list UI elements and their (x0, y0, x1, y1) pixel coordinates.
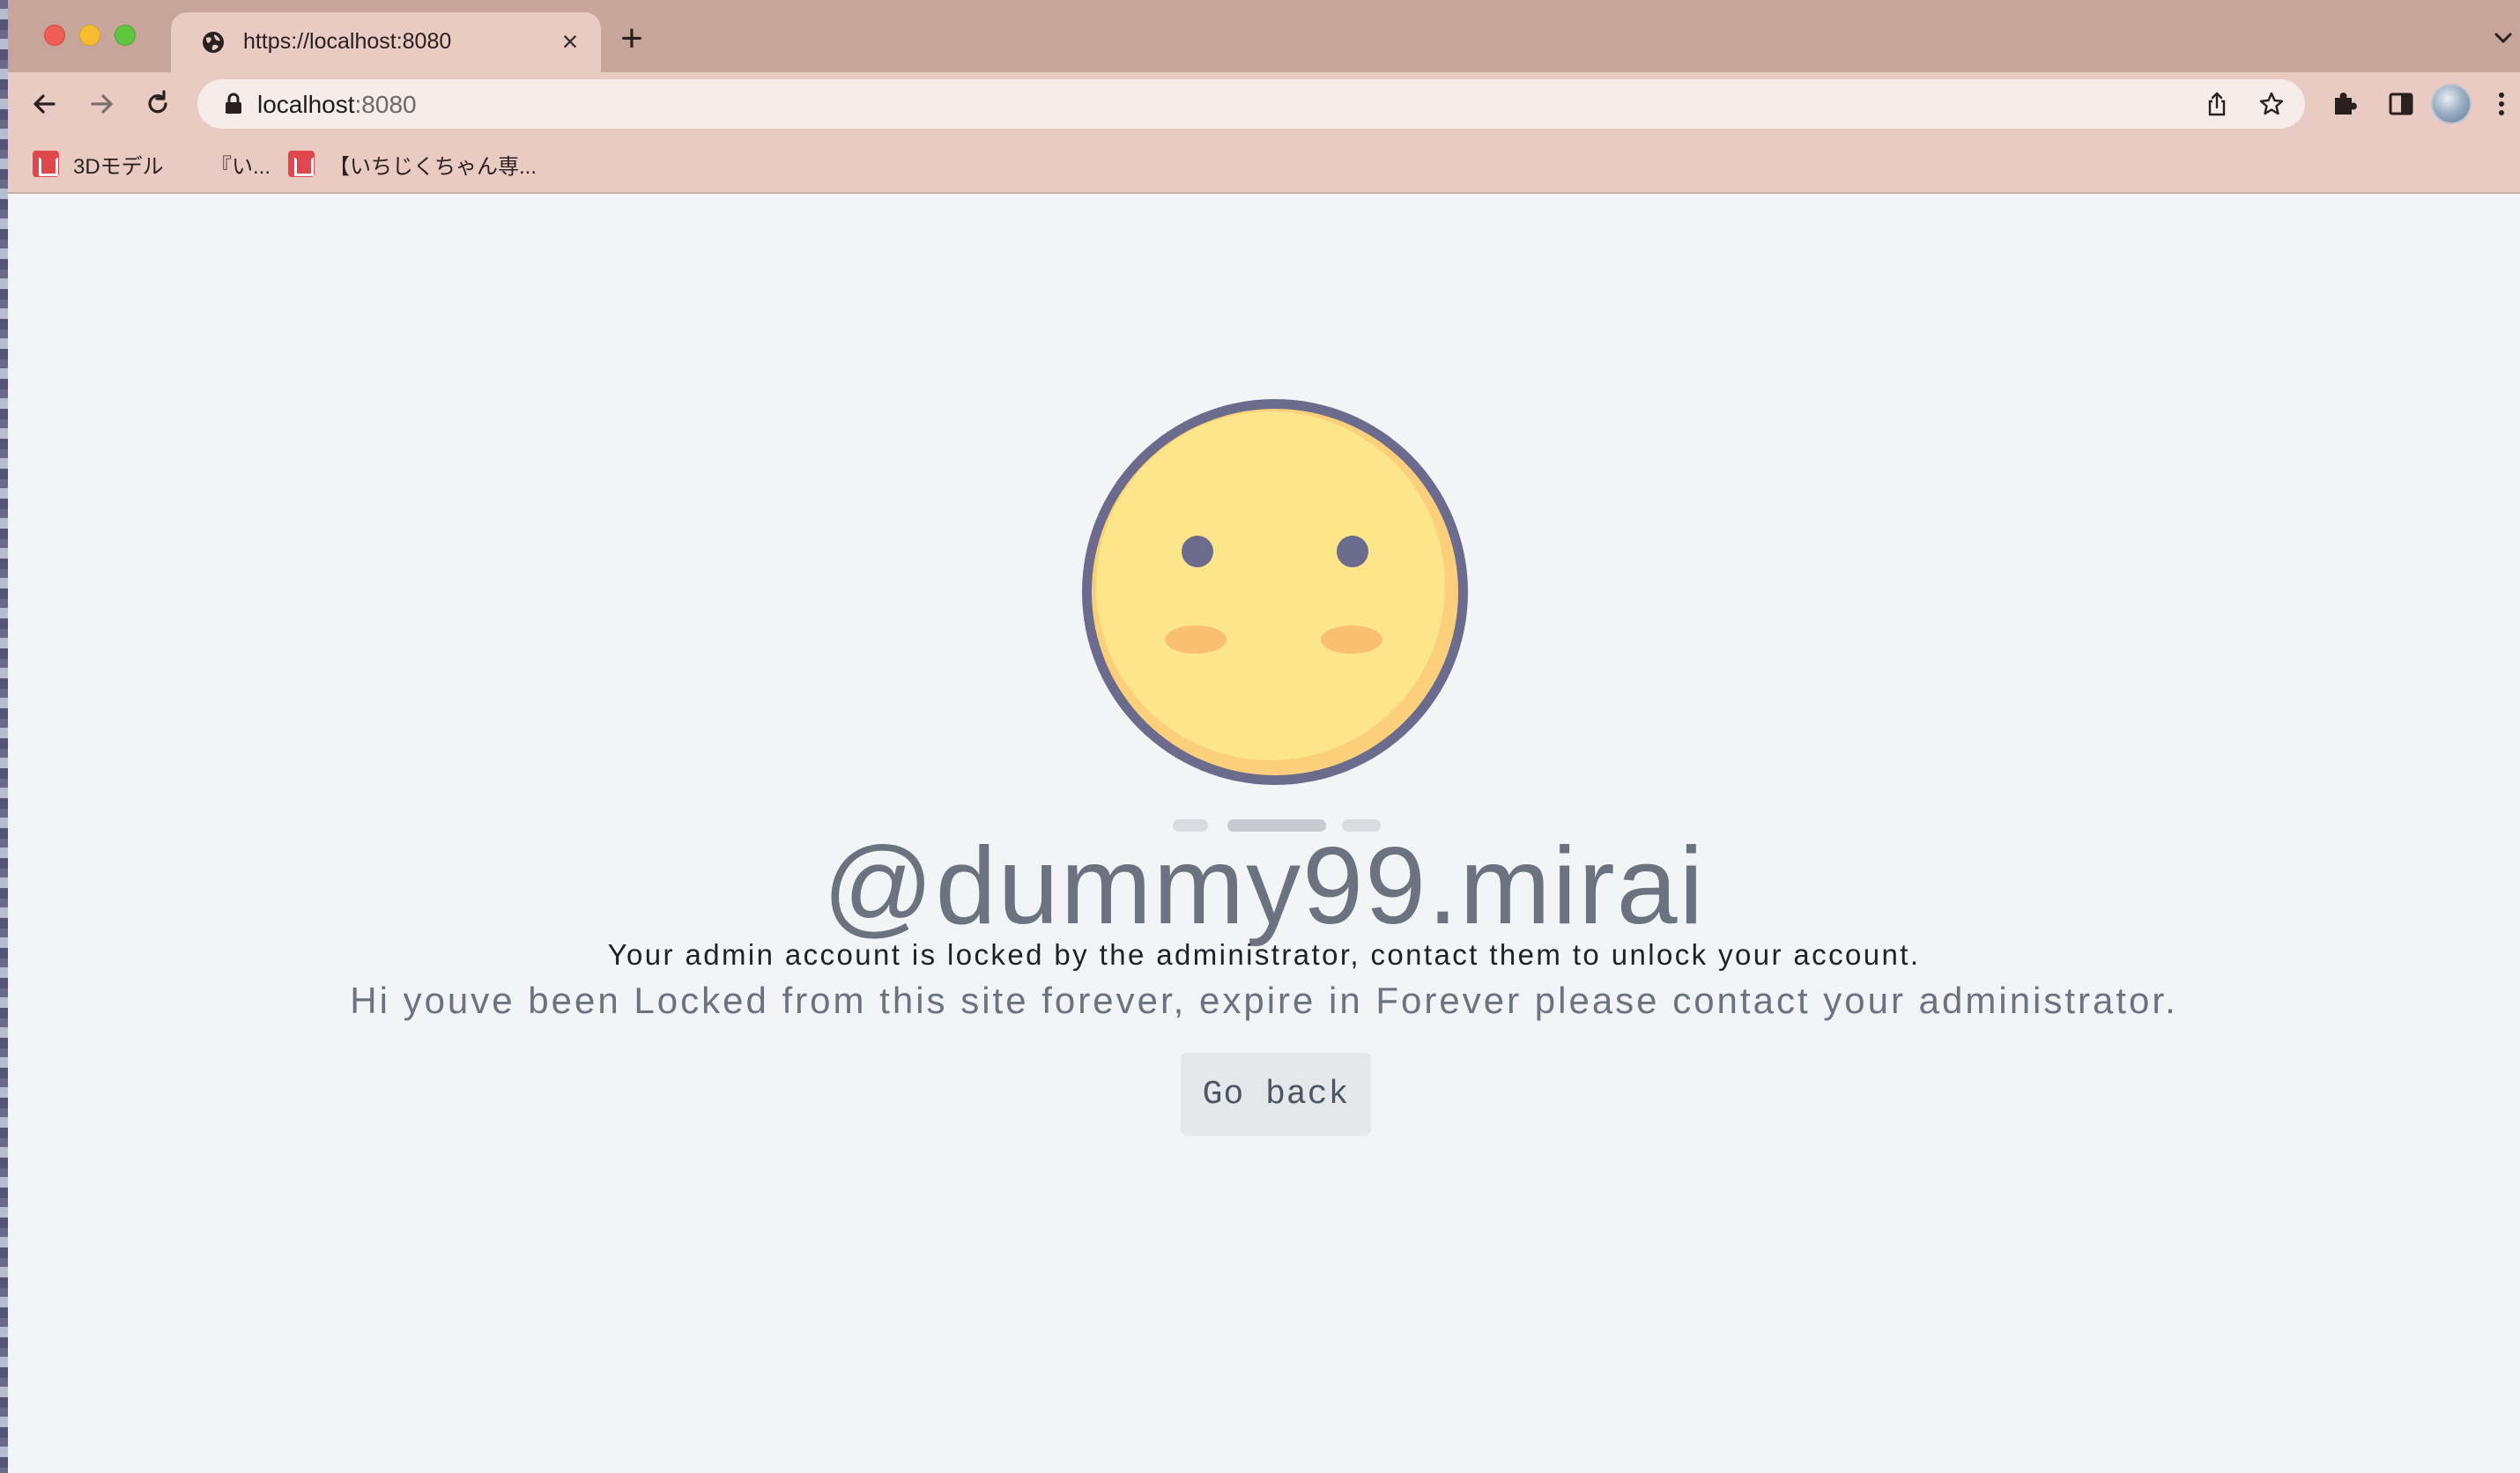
tab-strip: https://localhost:8080 × + (8, 0, 2520, 72)
locked-detail-message: Hi youve been Locked from this site fore… (350, 980, 2178, 1021)
forward-arrow-icon[interactable] (84, 86, 119, 122)
browser-toolbar: localhost:8080 (8, 72, 2520, 136)
bookmark-item[interactable]: 3Dモデル (33, 148, 164, 180)
bookmark-favicon-icon (288, 151, 315, 177)
tab-title: https://localhost:8080 (243, 29, 452, 54)
kebab-menu-icon[interactable] (2491, 86, 2512, 122)
bookmark-label: 『い... (211, 154, 271, 179)
url-port: :8080 (354, 91, 417, 118)
window-maximize-button[interactable] (115, 25, 136, 46)
star-icon[interactable] (2257, 90, 2286, 118)
lock-icon[interactable] (224, 93, 243, 115)
bookmark-item[interactable]: 『い... (211, 148, 271, 180)
bookmark-favicon-icon (33, 151, 59, 177)
globe-icon (203, 32, 224, 53)
back-arrow-icon[interactable] (27, 86, 63, 122)
bookmarks-bar: 3Dモデル 『い... 【いちじくちゃん専... (8, 136, 2520, 194)
address-bar[interactable]: localhost:8080 (197, 79, 2305, 129)
chevron-down-icon[interactable] (2490, 25, 2516, 51)
tab-active[interactable]: https://localhost:8080 × (171, 12, 601, 72)
new-tab-icon[interactable]: + (614, 19, 649, 58)
extensions-puzzle-icon[interactable] (2327, 86, 2362, 122)
go-back-button[interactable]: Go back (1181, 1053, 1371, 1136)
share-icon[interactable] (2203, 90, 2231, 118)
bookmark-label: 【いちじくちゃん専... (329, 154, 537, 179)
browser-window: https://localhost:8080 × + localhost:808… (8, 0, 2520, 1473)
window-close-button[interactable] (44, 25, 65, 46)
side-panel-icon[interactable] (2383, 86, 2419, 122)
username-heading: @dummy99.mirai (822, 825, 1706, 947)
url-text[interactable]: localhost:8080 (257, 91, 417, 119)
tab-close-icon[interactable]: × (557, 27, 583, 56)
page-content: @dummy99.mirai Your admin account is loc… (8, 194, 2520, 1473)
window-minimize-button[interactable] (79, 25, 100, 46)
desktop-background-strip (0, 0, 8, 1473)
reload-icon[interactable] (140, 86, 175, 122)
url-host: localhost (257, 91, 355, 118)
locked-message: Your admin account is locked by the admi… (607, 938, 1921, 971)
neutral-face-emoji-icon (1082, 399, 1468, 785)
bookmark-item[interactable]: 【いちじくちゃん専... (288, 148, 537, 180)
bookmark-label: 3Dモデル (73, 154, 164, 179)
profile-avatar[interactable] (2431, 84, 2472, 124)
